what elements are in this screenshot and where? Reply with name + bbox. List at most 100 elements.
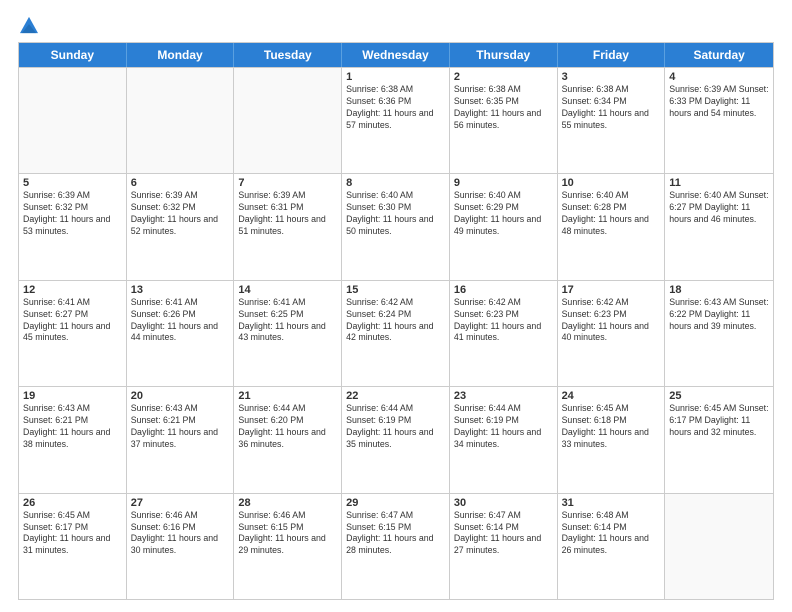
day-info: Sunrise: 6:39 AM Sunset: 6:32 PM Dayligh… — [131, 190, 230, 238]
cal-cell-5-3: 28Sunrise: 6:46 AM Sunset: 6:15 PM Dayli… — [234, 494, 342, 599]
cal-week-2: 5Sunrise: 6:39 AM Sunset: 6:32 PM Daylig… — [19, 173, 773, 279]
day-info: Sunrise: 6:39 AM Sunset: 6:32 PM Dayligh… — [23, 190, 122, 238]
day-number: 22 — [346, 390, 445, 402]
cal-cell-4-1: 19Sunrise: 6:43 AM Sunset: 6:21 PM Dayli… — [19, 387, 127, 492]
cal-cell-1-6: 3Sunrise: 6:38 AM Sunset: 6:34 PM Daylig… — [558, 68, 666, 173]
cal-cell-5-2: 27Sunrise: 6:46 AM Sunset: 6:16 PM Dayli… — [127, 494, 235, 599]
day-info: Sunrise: 6:46 AM Sunset: 6:15 PM Dayligh… — [238, 510, 337, 558]
cal-week-1: 1Sunrise: 6:38 AM Sunset: 6:36 PM Daylig… — [19, 67, 773, 173]
day-number: 6 — [131, 177, 230, 189]
cal-cell-2-7: 11Sunrise: 6:40 AM Sunset: 6:27 PM Dayli… — [665, 174, 773, 279]
day-number: 5 — [23, 177, 122, 189]
cal-week-5: 26Sunrise: 6:45 AM Sunset: 6:17 PM Dayli… — [19, 493, 773, 599]
day-info: Sunrise: 6:41 AM Sunset: 6:27 PM Dayligh… — [23, 297, 122, 345]
cal-cell-4-3: 21Sunrise: 6:44 AM Sunset: 6:20 PM Dayli… — [234, 387, 342, 492]
day-info: Sunrise: 6:42 AM Sunset: 6:24 PM Dayligh… — [346, 297, 445, 345]
cal-cell-5-4: 29Sunrise: 6:47 AM Sunset: 6:15 PM Dayli… — [342, 494, 450, 599]
cal-cell-5-1: 26Sunrise: 6:45 AM Sunset: 6:17 PM Dayli… — [19, 494, 127, 599]
day-info: Sunrise: 6:39 AM Sunset: 6:33 PM Dayligh… — [669, 84, 769, 120]
day-info: Sunrise: 6:40 AM Sunset: 6:28 PM Dayligh… — [562, 190, 661, 238]
day-number: 13 — [131, 284, 230, 296]
day-info: Sunrise: 6:43 AM Sunset: 6:21 PM Dayligh… — [23, 403, 122, 451]
cal-cell-2-4: 8Sunrise: 6:40 AM Sunset: 6:30 PM Daylig… — [342, 174, 450, 279]
day-info: Sunrise: 6:44 AM Sunset: 6:20 PM Dayligh… — [238, 403, 337, 451]
day-number: 18 — [669, 284, 769, 296]
cal-cell-4-7: 25Sunrise: 6:45 AM Sunset: 6:17 PM Dayli… — [665, 387, 773, 492]
dow-sunday: Sunday — [19, 43, 127, 67]
calendar: Sunday Monday Tuesday Wednesday Thursday… — [18, 42, 774, 600]
cal-week-3: 12Sunrise: 6:41 AM Sunset: 6:27 PM Dayli… — [19, 280, 773, 386]
logo — [18, 16, 38, 34]
day-number: 28 — [238, 497, 337, 509]
day-number: 14 — [238, 284, 337, 296]
cal-cell-1-1 — [19, 68, 127, 173]
cal-cell-5-6: 31Sunrise: 6:48 AM Sunset: 6:14 PM Dayli… — [558, 494, 666, 599]
dow-monday: Monday — [127, 43, 235, 67]
cal-cell-3-2: 13Sunrise: 6:41 AM Sunset: 6:26 PM Dayli… — [127, 281, 235, 386]
day-number: 25 — [669, 390, 769, 402]
day-info: Sunrise: 6:47 AM Sunset: 6:14 PM Dayligh… — [454, 510, 553, 558]
cal-cell-4-6: 24Sunrise: 6:45 AM Sunset: 6:18 PM Dayli… — [558, 387, 666, 492]
calendar-header: Sunday Monday Tuesday Wednesday Thursday… — [19, 43, 773, 67]
cal-cell-3-1: 12Sunrise: 6:41 AM Sunset: 6:27 PM Dayli… — [19, 281, 127, 386]
day-number: 10 — [562, 177, 661, 189]
cal-cell-3-3: 14Sunrise: 6:41 AM Sunset: 6:25 PM Dayli… — [234, 281, 342, 386]
cal-cell-2-3: 7Sunrise: 6:39 AM Sunset: 6:31 PM Daylig… — [234, 174, 342, 279]
cal-cell-4-2: 20Sunrise: 6:43 AM Sunset: 6:21 PM Dayli… — [127, 387, 235, 492]
cal-cell-2-2: 6Sunrise: 6:39 AM Sunset: 6:32 PM Daylig… — [127, 174, 235, 279]
day-info: Sunrise: 6:38 AM Sunset: 6:36 PM Dayligh… — [346, 84, 445, 132]
day-number: 24 — [562, 390, 661, 402]
day-info: Sunrise: 6:45 AM Sunset: 6:17 PM Dayligh… — [23, 510, 122, 558]
day-info: Sunrise: 6:43 AM Sunset: 6:22 PM Dayligh… — [669, 297, 769, 333]
day-number: 2 — [454, 71, 553, 83]
cal-cell-5-7 — [665, 494, 773, 599]
day-number: 17 — [562, 284, 661, 296]
day-info: Sunrise: 6:45 AM Sunset: 6:17 PM Dayligh… — [669, 403, 769, 439]
cal-cell-5-5: 30Sunrise: 6:47 AM Sunset: 6:14 PM Dayli… — [450, 494, 558, 599]
dow-friday: Friday — [558, 43, 666, 67]
cal-cell-4-5: 23Sunrise: 6:44 AM Sunset: 6:19 PM Dayli… — [450, 387, 558, 492]
cal-cell-3-4: 15Sunrise: 6:42 AM Sunset: 6:24 PM Dayli… — [342, 281, 450, 386]
day-number: 1 — [346, 71, 445, 83]
cal-cell-2-6: 10Sunrise: 6:40 AM Sunset: 6:28 PM Dayli… — [558, 174, 666, 279]
day-number: 26 — [23, 497, 122, 509]
day-number: 27 — [131, 497, 230, 509]
day-info: Sunrise: 6:44 AM Sunset: 6:19 PM Dayligh… — [346, 403, 445, 451]
day-number: 7 — [238, 177, 337, 189]
day-info: Sunrise: 6:41 AM Sunset: 6:25 PM Dayligh… — [238, 297, 337, 345]
day-number: 29 — [346, 497, 445, 509]
header — [18, 16, 774, 34]
cal-cell-3-7: 18Sunrise: 6:43 AM Sunset: 6:22 PM Dayli… — [665, 281, 773, 386]
day-info: Sunrise: 6:41 AM Sunset: 6:26 PM Dayligh… — [131, 297, 230, 345]
day-info: Sunrise: 6:47 AM Sunset: 6:15 PM Dayligh… — [346, 510, 445, 558]
cal-cell-1-5: 2Sunrise: 6:38 AM Sunset: 6:35 PM Daylig… — [450, 68, 558, 173]
day-number: 23 — [454, 390, 553, 402]
day-info: Sunrise: 6:38 AM Sunset: 6:35 PM Dayligh… — [454, 84, 553, 132]
day-number: 12 — [23, 284, 122, 296]
dow-wednesday: Wednesday — [342, 43, 450, 67]
cal-cell-1-3 — [234, 68, 342, 173]
day-number: 8 — [346, 177, 445, 189]
cal-cell-4-4: 22Sunrise: 6:44 AM Sunset: 6:19 PM Dayli… — [342, 387, 450, 492]
day-number: 11 — [669, 177, 769, 189]
day-info: Sunrise: 6:40 AM Sunset: 6:29 PM Dayligh… — [454, 190, 553, 238]
cal-cell-2-1: 5Sunrise: 6:39 AM Sunset: 6:32 PM Daylig… — [19, 174, 127, 279]
day-number: 19 — [23, 390, 122, 402]
calendar-body: 1Sunrise: 6:38 AM Sunset: 6:36 PM Daylig… — [19, 67, 773, 599]
day-info: Sunrise: 6:40 AM Sunset: 6:27 PM Dayligh… — [669, 190, 769, 226]
cal-cell-2-5: 9Sunrise: 6:40 AM Sunset: 6:29 PM Daylig… — [450, 174, 558, 279]
cal-cell-1-4: 1Sunrise: 6:38 AM Sunset: 6:36 PM Daylig… — [342, 68, 450, 173]
cal-cell-3-6: 17Sunrise: 6:42 AM Sunset: 6:23 PM Dayli… — [558, 281, 666, 386]
day-info: Sunrise: 6:43 AM Sunset: 6:21 PM Dayligh… — [131, 403, 230, 451]
logo-icon — [20, 16, 38, 34]
day-number: 20 — [131, 390, 230, 402]
day-number: 15 — [346, 284, 445, 296]
page: Sunday Monday Tuesday Wednesday Thursday… — [0, 0, 792, 612]
day-info: Sunrise: 6:46 AM Sunset: 6:16 PM Dayligh… — [131, 510, 230, 558]
day-number: 3 — [562, 71, 661, 83]
day-info: Sunrise: 6:42 AM Sunset: 6:23 PM Dayligh… — [454, 297, 553, 345]
dow-tuesday: Tuesday — [234, 43, 342, 67]
day-number: 30 — [454, 497, 553, 509]
cal-cell-3-5: 16Sunrise: 6:42 AM Sunset: 6:23 PM Dayli… — [450, 281, 558, 386]
day-number: 4 — [669, 71, 769, 83]
